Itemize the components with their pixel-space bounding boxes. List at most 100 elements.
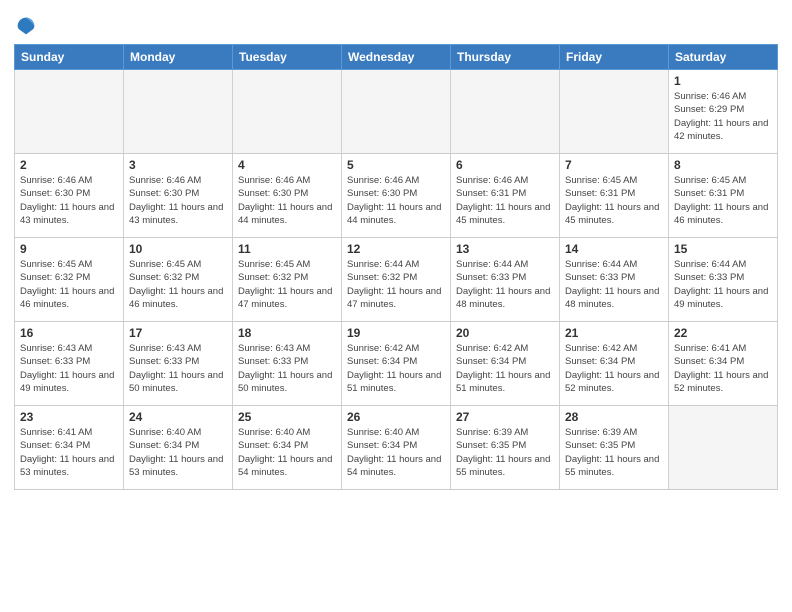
calendar-weekday-header: Friday — [560, 45, 669, 70]
calendar-week-row: 1 Sunrise: 6:46 AM Sunset: 6:29 PM Daylig… — [15, 70, 778, 154]
day-number: 2 — [20, 158, 118, 172]
day-number: 19 — [347, 326, 445, 340]
day-info: Sunrise: 6:42 AM Sunset: 6:34 PM Dayligh… — [347, 342, 445, 395]
calendar-day-cell: 21 Sunrise: 6:42 AM Sunset: 6:34 PM Dayli… — [560, 322, 669, 406]
day-number: 5 — [347, 158, 445, 172]
calendar-day-cell: 10 Sunrise: 6:45 AM Sunset: 6:32 PM Dayli… — [124, 238, 233, 322]
header — [14, 10, 778, 36]
day-number: 3 — [129, 158, 227, 172]
day-number: 15 — [674, 242, 772, 256]
calendar-day-cell: 27 Sunrise: 6:39 AM Sunset: 6:35 PM Dayli… — [451, 406, 560, 490]
day-number: 12 — [347, 242, 445, 256]
day-info: Sunrise: 6:40 AM Sunset: 6:34 PM Dayligh… — [129, 426, 227, 479]
day-info: Sunrise: 6:39 AM Sunset: 6:35 PM Dayligh… — [565, 426, 663, 479]
calendar-day-cell: 13 Sunrise: 6:44 AM Sunset: 6:33 PM Dayli… — [451, 238, 560, 322]
day-number: 17 — [129, 326, 227, 340]
calendar-day-cell: 14 Sunrise: 6:44 AM Sunset: 6:33 PM Dayli… — [560, 238, 669, 322]
calendar-day-cell: 15 Sunrise: 6:44 AM Sunset: 6:33 PM Dayli… — [669, 238, 778, 322]
day-info: Sunrise: 6:43 AM Sunset: 6:33 PM Dayligh… — [238, 342, 336, 395]
day-info: Sunrise: 6:46 AM Sunset: 6:30 PM Dayligh… — [20, 174, 118, 227]
main-container: SundayMondayTuesdayWednesdayThursdayFrid… — [0, 0, 792, 500]
day-info: Sunrise: 6:46 AM Sunset: 6:30 PM Dayligh… — [238, 174, 336, 227]
calendar-day-cell: 6Sunrise: 6:46 AM Sunset: 6:31 PM Daylig… — [451, 154, 560, 238]
calendar-day-cell: 5 Sunrise: 6:46 AM Sunset: 6:30 PM Daylig… — [342, 154, 451, 238]
day-number: 28 — [565, 410, 663, 424]
calendar-table: SundayMondayTuesdayWednesdayThursdayFrid… — [14, 44, 778, 490]
day-number: 18 — [238, 326, 336, 340]
calendar-day-cell: 9Sunrise: 6:45 AM Sunset: 6:32 PM Daylig… — [15, 238, 124, 322]
calendar-day-cell: 22 Sunrise: 6:41 AM Sunset: 6:34 PM Dayli… — [669, 322, 778, 406]
day-number: 7 — [565, 158, 663, 172]
day-info: Sunrise: 6:45 AM Sunset: 6:32 PM Dayligh… — [20, 258, 118, 311]
day-info: Sunrise: 6:39 AM Sunset: 6:35 PM Dayligh… — [456, 426, 554, 479]
calendar-header-row: SundayMondayTuesdayWednesdayThursdayFrid… — [15, 45, 778, 70]
calendar-day-cell: 1 Sunrise: 6:46 AM Sunset: 6:29 PM Daylig… — [669, 70, 778, 154]
calendar-day-cell — [124, 70, 233, 154]
calendar-day-cell: 11 Sunrise: 6:45 AM Sunset: 6:32 PM Dayli… — [233, 238, 342, 322]
calendar-day-cell: 7 Sunrise: 6:45 AM Sunset: 6:31 PM Daylig… — [560, 154, 669, 238]
day-number: 8 — [674, 158, 772, 172]
day-number: 6 — [456, 158, 554, 172]
calendar-weekday-header: Saturday — [669, 45, 778, 70]
day-info: Sunrise: 6:43 AM Sunset: 6:33 PM Dayligh… — [20, 342, 118, 395]
calendar-weekday-header: Monday — [124, 45, 233, 70]
day-number: 14 — [565, 242, 663, 256]
calendar-day-cell: 23 Sunrise: 6:41 AM Sunset: 6:34 PM Dayli… — [15, 406, 124, 490]
day-info: Sunrise: 6:41 AM Sunset: 6:34 PM Dayligh… — [674, 342, 772, 395]
day-info: Sunrise: 6:46 AM Sunset: 6:30 PM Dayligh… — [347, 174, 445, 227]
calendar-day-cell: 26Sunrise: 6:40 AM Sunset: 6:34 PM Dayli… — [342, 406, 451, 490]
calendar-day-cell: 3Sunrise: 6:46 AM Sunset: 6:30 PM Daylig… — [124, 154, 233, 238]
calendar-weekday-header: Tuesday — [233, 45, 342, 70]
logo — [14, 14, 36, 36]
calendar-day-cell: 25 Sunrise: 6:40 AM Sunset: 6:34 PM Dayli… — [233, 406, 342, 490]
calendar-day-cell: 17 Sunrise: 6:43 AM Sunset: 6:33 PM Dayli… — [124, 322, 233, 406]
day-number: 26 — [347, 410, 445, 424]
calendar-day-cell: 2 Sunrise: 6:46 AM Sunset: 6:30 PM Daylig… — [15, 154, 124, 238]
day-info: Sunrise: 6:45 AM Sunset: 6:31 PM Dayligh… — [674, 174, 772, 227]
day-info: Sunrise: 6:40 AM Sunset: 6:34 PM Dayligh… — [238, 426, 336, 479]
day-number: 11 — [238, 242, 336, 256]
calendar-week-row: 9Sunrise: 6:45 AM Sunset: 6:32 PM Daylig… — [15, 238, 778, 322]
day-info: Sunrise: 6:44 AM Sunset: 6:33 PM Dayligh… — [456, 258, 554, 311]
day-info: Sunrise: 6:42 AM Sunset: 6:34 PM Dayligh… — [456, 342, 554, 395]
day-info: Sunrise: 6:46 AM Sunset: 6:29 PM Dayligh… — [674, 90, 772, 143]
day-number: 1 — [674, 74, 772, 88]
day-number: 10 — [129, 242, 227, 256]
day-number: 25 — [238, 410, 336, 424]
day-info: Sunrise: 6:45 AM Sunset: 6:31 PM Dayligh… — [565, 174, 663, 227]
calendar-day-cell: 12 Sunrise: 6:44 AM Sunset: 6:32 PM Dayli… — [342, 238, 451, 322]
day-info: Sunrise: 6:42 AM Sunset: 6:34 PM Dayligh… — [565, 342, 663, 395]
calendar-day-cell: 19 Sunrise: 6:42 AM Sunset: 6:34 PM Dayli… — [342, 322, 451, 406]
day-number: 20 — [456, 326, 554, 340]
calendar-weekday-header: Sunday — [15, 45, 124, 70]
calendar-day-cell: 28 Sunrise: 6:39 AM Sunset: 6:35 PM Dayli… — [560, 406, 669, 490]
calendar-day-cell — [233, 70, 342, 154]
calendar-day-cell: 18 Sunrise: 6:43 AM Sunset: 6:33 PM Dayli… — [233, 322, 342, 406]
day-number: 27 — [456, 410, 554, 424]
day-info: Sunrise: 6:44 AM Sunset: 6:33 PM Dayligh… — [674, 258, 772, 311]
day-info: Sunrise: 6:43 AM Sunset: 6:33 PM Dayligh… — [129, 342, 227, 395]
day-number: 21 — [565, 326, 663, 340]
calendar-week-row: 2 Sunrise: 6:46 AM Sunset: 6:30 PM Daylig… — [15, 154, 778, 238]
day-number: 4 — [238, 158, 336, 172]
day-number: 16 — [20, 326, 118, 340]
calendar-day-cell: 16 Sunrise: 6:43 AM Sunset: 6:33 PM Dayli… — [15, 322, 124, 406]
day-number: 22 — [674, 326, 772, 340]
day-number: 24 — [129, 410, 227, 424]
calendar-day-cell: 4 Sunrise: 6:46 AM Sunset: 6:30 PM Daylig… — [233, 154, 342, 238]
day-number: 13 — [456, 242, 554, 256]
calendar-day-cell — [669, 406, 778, 490]
day-info: Sunrise: 6:45 AM Sunset: 6:32 PM Dayligh… — [129, 258, 227, 311]
day-number: 23 — [20, 410, 118, 424]
calendar-day-cell — [15, 70, 124, 154]
day-info: Sunrise: 6:44 AM Sunset: 6:33 PM Dayligh… — [565, 258, 663, 311]
calendar-week-row: 23 Sunrise: 6:41 AM Sunset: 6:34 PM Dayli… — [15, 406, 778, 490]
calendar-day-cell: 8 Sunrise: 6:45 AM Sunset: 6:31 PM Daylig… — [669, 154, 778, 238]
day-info: Sunrise: 6:44 AM Sunset: 6:32 PM Dayligh… — [347, 258, 445, 311]
calendar-day-cell: 24 Sunrise: 6:40 AM Sunset: 6:34 PM Dayli… — [124, 406, 233, 490]
calendar-day-cell — [560, 70, 669, 154]
logo-icon — [16, 16, 36, 36]
day-info: Sunrise: 6:45 AM Sunset: 6:32 PM Dayligh… — [238, 258, 336, 311]
day-info: Sunrise: 6:41 AM Sunset: 6:34 PM Dayligh… — [20, 426, 118, 479]
calendar-weekday-header: Thursday — [451, 45, 560, 70]
